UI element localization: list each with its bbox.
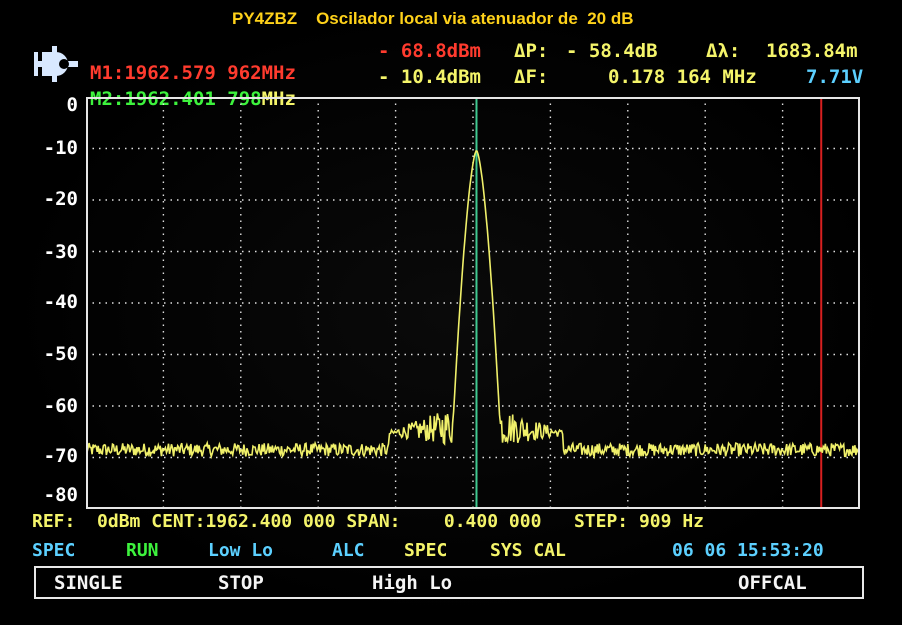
center-freq: 1962.400 000 <box>205 511 336 532</box>
delta-lambda-value: 1683.84m <box>766 40 858 62</box>
softkey-stop-button[interactable]: STOP <box>218 572 264 594</box>
y-tick-label: -60 <box>43 395 78 417</box>
softkey-offcal-button[interactable]: OFFCAL <box>738 572 807 594</box>
step-value: 909 Hz <box>638 511 704 532</box>
battery-voltage: 7.71V <box>806 66 864 88</box>
status-alc[interactable]: ALC <box>332 540 365 561</box>
y-tick-label: -30 <box>43 241 78 263</box>
marker1-level: - 68.8dBm <box>378 40 481 62</box>
step-label: STEP: <box>573 511 629 532</box>
delta-power-value: - 58.4dB <box>566 40 658 62</box>
status-run[interactable]: RUN <box>126 540 159 561</box>
spectrum-plot[interactable] <box>86 97 860 509</box>
y-tick-label: -70 <box>43 445 78 467</box>
brand-logo-icon <box>32 42 80 86</box>
delta-lambda-label: Δλ: <box>706 40 741 62</box>
status-spec-mode[interactable]: SPEC <box>404 540 447 561</box>
span-label: SPAN: <box>346 511 401 532</box>
ref-label: REF: <box>32 511 76 532</box>
delta-freq-value: 0.178 164 MHz <box>608 66 757 88</box>
ref-value: 0dBm <box>97 511 141 532</box>
settings-line: REF: 0dBm CENT:1962.400 000 SPAN: 0.400 … <box>32 511 704 532</box>
status-low-lo[interactable]: Low Lo <box>208 540 273 561</box>
center-label: CENT: <box>151 511 206 532</box>
y-tick-label: -10 <box>43 137 78 159</box>
y-tick-label: -20 <box>43 188 78 210</box>
status-datetime: 06 06 15:53:20 <box>672 540 824 561</box>
y-tick-label: -40 <box>43 291 78 313</box>
spectrum-trace <box>86 150 860 460</box>
photo-caption: PY4ZBZ Oscilador local via atenuador de … <box>232 9 634 28</box>
y-tick-label: -80 <box>43 484 78 506</box>
status-spec[interactable]: SPEC <box>32 540 75 561</box>
span-value: 0.400 000 <box>443 511 542 532</box>
delta-power-label: ΔP: <box>514 40 549 62</box>
y-tick-label: 0 <box>66 94 78 116</box>
y-tick-label: -50 <box>43 343 78 365</box>
status-sys-cal[interactable]: SYS CAL <box>490 540 566 561</box>
marker2-level: - 10.4dBm <box>378 66 481 88</box>
delta-freq-label: ΔF: <box>514 66 549 88</box>
softkey-high-lo-button[interactable]: High Lo <box>372 572 452 594</box>
softkey-single-button[interactable]: SINGLE <box>54 572 123 594</box>
